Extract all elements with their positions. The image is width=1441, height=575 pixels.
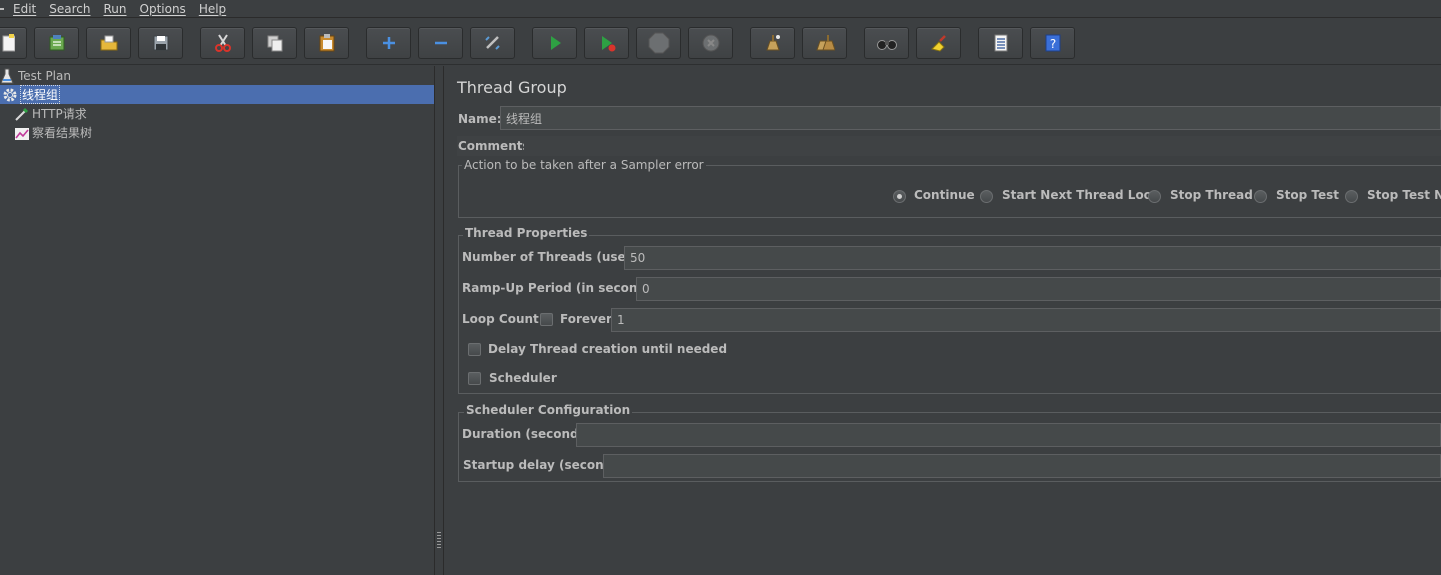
- name-label: Name:: [458, 112, 502, 126]
- name-field[interactable]: 线程组: [500, 106, 1441, 130]
- loop-count-label: Loop Count:: [462, 312, 544, 326]
- forever-checkbox[interactable]: [540, 313, 553, 326]
- delay-thread-label: Delay Thread creation until needed: [488, 342, 728, 356]
- stop-icon: [648, 32, 669, 54]
- scheduler-label: Scheduler: [489, 371, 557, 385]
- toggle-icon: [484, 36, 500, 50]
- splitter[interactable]: [434, 66, 444, 575]
- test-plan-icon: [0, 68, 16, 84]
- tree-item-test-plan[interactable]: Test Plan: [0, 66, 434, 85]
- new-icon: [2, 34, 15, 52]
- thread-group-panel: Thread Group Name: 线程组 Comments: Action …: [445, 66, 1441, 575]
- duration-field[interactable]: [576, 423, 1441, 447]
- panel-title: Thread Group: [457, 78, 567, 97]
- gear-icon: [2, 87, 18, 103]
- save-button[interactable]: [138, 27, 183, 59]
- paste-button[interactable]: [304, 27, 349, 59]
- svg-text:?: ?: [1049, 37, 1055, 51]
- radio-stop-test[interactable]: [1254, 190, 1267, 203]
- new-button[interactable]: [0, 27, 27, 59]
- start-icon: [550, 36, 561, 50]
- shutdown-icon: [702, 34, 719, 52]
- radio-stop-test-label: Stop Test: [1276, 188, 1339, 202]
- tree-item-label: 察看结果树: [32, 126, 93, 140]
- menu-run[interactable]: Run: [103, 2, 126, 16]
- loop-count-field[interactable]: 1: [611, 308, 1441, 332]
- expand-icon: [382, 37, 395, 49]
- start-button[interactable]: [532, 27, 577, 59]
- forever-label: Forever: [560, 312, 612, 326]
- thread-properties-title: Thread Properties: [463, 226, 590, 240]
- menu-help[interactable]: Help: [199, 2, 226, 16]
- help-button[interactable]: ?: [1030, 27, 1075, 59]
- tree-item-thread-group[interactable]: 线程组: [0, 85, 434, 104]
- comments-label: Comments:: [458, 139, 535, 153]
- menu-options[interactable]: Options: [140, 2, 186, 16]
- save-icon: [153, 35, 168, 51]
- function-helper-button[interactable]: [978, 27, 1023, 59]
- collapse-icon: [434, 41, 447, 45]
- cut-button[interactable]: [200, 27, 245, 59]
- rampup-label: Ramp-Up Period (in seconds):: [462, 281, 664, 295]
- reset-search-icon: [930, 35, 946, 52]
- rampup-field[interactable]: 0: [636, 277, 1441, 301]
- templates-icon: [49, 35, 64, 51]
- toolbar: ?: [0, 21, 1441, 65]
- toggle-button[interactable]: [470, 27, 515, 59]
- comments-field[interactable]: [524, 136, 1441, 156]
- tree-item-label: 线程组: [20, 85, 61, 104]
- start-no-pauses-icon: [601, 36, 615, 52]
- scheduler-config-title: Scheduler Configuration: [464, 403, 633, 417]
- help-icon: ?: [1045, 34, 1060, 52]
- startup-delay-field[interactable]: [603, 454, 1441, 478]
- radio-stop-test-now[interactable]: [1345, 190, 1358, 203]
- tree-item-view-results-tree[interactable]: 察看结果树: [14, 123, 92, 142]
- radio-stop-thread-label: Stop Thread: [1170, 188, 1253, 202]
- reset-search-button[interactable]: [916, 27, 961, 59]
- duration-label: Duration (seconds): [462, 427, 592, 441]
- tree-panel: Test Plan 线程组 HTTP请求 察看结果树: [0, 66, 434, 575]
- radio-start-next-loop-label: Start Next Thread Loop: [1002, 188, 1161, 202]
- copy-icon: [267, 35, 282, 52]
- chart-icon: [14, 125, 30, 141]
- scheduler-checkbox[interactable]: [468, 372, 481, 385]
- startup-delay-label: Startup delay (seconds): [463, 458, 625, 472]
- radio-continue[interactable]: [893, 190, 906, 203]
- paste-icon: [319, 34, 334, 52]
- menu-edit[interactable]: Edit: [13, 2, 36, 16]
- menu-edge: [0, 7, 4, 10]
- copy-button[interactable]: [252, 27, 297, 59]
- shutdown-button[interactable]: [688, 27, 733, 59]
- menu-search[interactable]: Search: [49, 2, 90, 16]
- threads-field[interactable]: 50: [624, 246, 1441, 270]
- search-icon: [876, 40, 897, 50]
- expand-button[interactable]: [366, 27, 411, 59]
- radio-start-next-loop[interactable]: [980, 190, 993, 203]
- clear-icon: [765, 35, 780, 51]
- threads-label: Number of Threads (users):: [462, 250, 650, 264]
- start-no-pauses-button[interactable]: [584, 27, 629, 59]
- open-button[interactable]: [86, 27, 131, 59]
- clear-button[interactable]: [750, 27, 795, 59]
- splitter-grip[interactable]: [437, 532, 441, 550]
- clear-all-button[interactable]: [802, 27, 847, 59]
- tree-item-label: HTTP请求: [32, 107, 87, 121]
- tree-item-label: Test Plan: [18, 68, 71, 83]
- pipette-icon: [14, 106, 30, 122]
- menu-bar: Edit Search Run Options Help: [0, 0, 1441, 18]
- tree-item-http-request[interactable]: HTTP请求: [14, 104, 87, 123]
- stop-button[interactable]: [636, 27, 681, 59]
- radio-continue-label: Continue: [914, 188, 975, 202]
- search-button[interactable]: [864, 27, 909, 59]
- collapse-button[interactable]: [418, 27, 463, 59]
- clear-all-icon: [815, 35, 835, 51]
- radio-stop-test-now-label: Stop Test Now: [1367, 188, 1441, 202]
- sampler-error-title: Action to be taken after a Sampler error: [462, 158, 706, 172]
- open-icon: [100, 35, 117, 51]
- function-helper-icon: [994, 34, 1007, 52]
- delay-thread-checkbox[interactable]: [468, 343, 481, 356]
- templates-button[interactable]: [34, 27, 79, 59]
- cut-icon: [214, 34, 231, 52]
- radio-stop-thread[interactable]: [1148, 190, 1161, 203]
